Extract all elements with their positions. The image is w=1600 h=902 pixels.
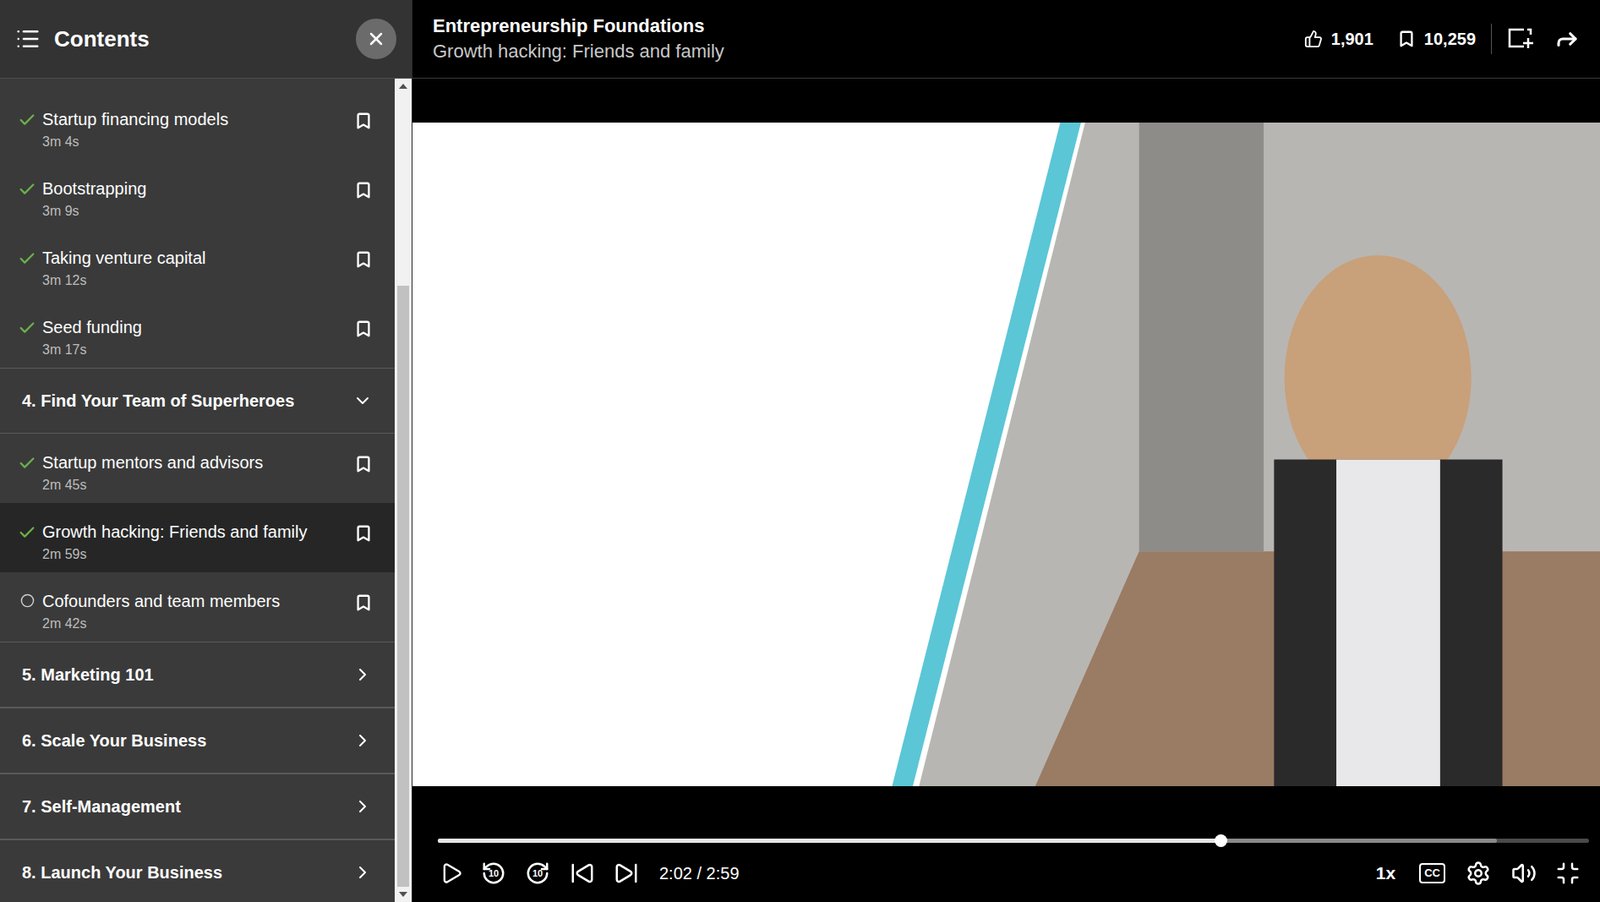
- share-icon[interactable]: [1554, 26, 1580, 52]
- bookmark-icon[interactable]: [354, 454, 373, 474]
- gear-icon[interactable]: [1465, 860, 1491, 886]
- lesson-item[interactable]: Cofounders and team members2m 42s: [0, 572, 395, 642]
- lesson-item[interactable]: Startup financing models3m 4s: [0, 90, 395, 160]
- bookmark-icon: [1397, 29, 1416, 49]
- section-header[interactable]: 8. Launch Your Business: [0, 839, 395, 902]
- section-header[interactable]: 7. Self-Management: [0, 773, 395, 840]
- section-title: 8. Launch Your Business: [21, 859, 353, 885]
- video-picture: [412, 122, 1600, 787]
- lesson-title: Taking venture capital: [42, 247, 355, 268]
- scroll-up-icon[interactable]: [398, 83, 408, 89]
- bookmark-icon[interactable]: [354, 111, 373, 131]
- bookmark-icon[interactable]: [354, 524, 373, 543]
- time-display: 2:02 / 2:59: [659, 860, 740, 886]
- lesson-title: Seed funding: [42, 316, 355, 338]
- lesson-title: Bootstrapping: [42, 178, 355, 199]
- list-icon: [15, 26, 41, 52]
- chevron-right-icon: [352, 730, 373, 751]
- lesson-title: Startup financing models: [42, 109, 355, 130]
- circle-icon: [20, 593, 35, 608]
- lesson-title: Growth hacking: Friends and family: [42, 521, 355, 542]
- progress-knob[interactable]: [1214, 834, 1228, 847]
- lesson-title: Startup mentors and advisors: [42, 452, 355, 473]
- lesson-title: Cofounders and team members: [42, 590, 355, 612]
- bookmark-icon[interactable]: [354, 250, 373, 269]
- check-icon: [17, 249, 37, 268]
- check-icon: [17, 180, 37, 199]
- lesson-duration: 3m 9s: [42, 202, 355, 221]
- scroll-thumb[interactable]: [397, 285, 410, 887]
- next-icon[interactable]: [613, 860, 639, 886]
- lesson-item[interactable]: Startup mentors and advisors2m 45s: [0, 433, 395, 503]
- section-title: 5. Marketing 101: [21, 661, 353, 688]
- app: ContentsStartup financing models3m 4sBoo…: [0, 0, 1600, 902]
- play-icon: [439, 861, 464, 885]
- volume-icon[interactable]: [1511, 860, 1537, 886]
- course-title: Entrepreneurship Foundations: [432, 13, 1305, 39]
- add-to-collection-icon[interactable]: [1507, 26, 1536, 52]
- skip-forward-button[interactable]: 10: [524, 859, 552, 887]
- skip-back-button[interactable]: 10: [480, 859, 508, 887]
- bookmark-icon[interactable]: [354, 319, 373, 339]
- scroll-down-icon[interactable]: [398, 891, 408, 897]
- lesson-item[interactable]: Growth hacking: Friends and family 2m 59s: [0, 502, 395, 573]
- section-header[interactable]: 4. Find Your Team of Superheroes: [0, 367, 395, 434]
- section-title: 4. Find Your Team of Superheroes: [21, 387, 353, 414]
- bookmark-icon[interactable]: [354, 593, 373, 612]
- lesson-item[interactable]: Seed funding3m 17s: [0, 298, 395, 368]
- thumbs-up-icon: [1304, 29, 1323, 49]
- save-button[interactable]: 10,259: [1397, 26, 1476, 52]
- chevron-down-icon: [352, 390, 373, 411]
- sidebar-title: Contents: [54, 22, 356, 56]
- speed-button[interactable]: 1x: [1376, 859, 1396, 887]
- chevron-right-icon: [352, 862, 373, 883]
- top-bar: Entrepreneurship FoundationsGrowth hacki…: [412, 0, 1600, 79]
- close-icon: [365, 28, 387, 50]
- sidebar: ContentsStartup financing models3m 4sBoo…: [0, 0, 413, 902]
- lesson-duration: 3m 4s: [42, 132, 355, 152]
- lesson-duration: 3m 12s: [42, 271, 355, 290]
- check-icon: [17, 318, 37, 338]
- check-icon: [17, 453, 37, 473]
- bookmark-icon[interactable]: [354, 180, 373, 200]
- player-area: Entrepreneurship FoundationsGrowth hacki…: [412, 0, 1600, 902]
- lesson-duration: 2m 42s: [42, 614, 355, 634]
- like-button[interactable]: 1,901: [1304, 26, 1374, 52]
- progress-bar[interactable]: [437, 838, 1590, 843]
- controls: 10 10 2:02 / 2:59 1x CC: [412, 786, 1600, 902]
- check-icon: [17, 523, 37, 542]
- video-title: Growth hacking: Friends and family: [432, 38, 1305, 65]
- captions-button[interactable]: CC: [1419, 862, 1446, 884]
- section-title: 6. Scale Your Business: [21, 727, 353, 754]
- section-header[interactable]: 6. Scale Your Business: [0, 707, 395, 774]
- lesson-duration: 3m 17s: [42, 340, 355, 360]
- chevron-right-icon: [352, 796, 373, 817]
- sidebar-header: Contents: [0, 0, 412, 79]
- lesson-duration: 2m 59s: [42, 545, 355, 564]
- previous-icon[interactable]: [569, 860, 596, 886]
- lesson-item[interactable]: Taking venture capital 3m 12s: [0, 229, 395, 299]
- exit-fullscreen-icon[interactable]: [1555, 860, 1581, 886]
- scrollbar[interactable]: [394, 78, 412, 902]
- close-button[interactable]: [355, 18, 397, 60]
- contents-list: Startup financing models3m 4sBootstrappi…: [0, 78, 395, 902]
- section-header[interactable]: 5. Marketing 101: [0, 641, 395, 708]
- chevron-right-icon: [352, 664, 373, 685]
- lesson-item[interactable]: Bootstrapping 3m 9s: [0, 159, 395, 230]
- video-frame[interactable]: [412, 122, 1600, 787]
- lesson-duration: 2m 45s: [42, 475, 355, 495]
- check-icon: [17, 110, 37, 130]
- section-title: 7. Self-Management: [21, 793, 353, 820]
- play-button[interactable]: [437, 859, 465, 887]
